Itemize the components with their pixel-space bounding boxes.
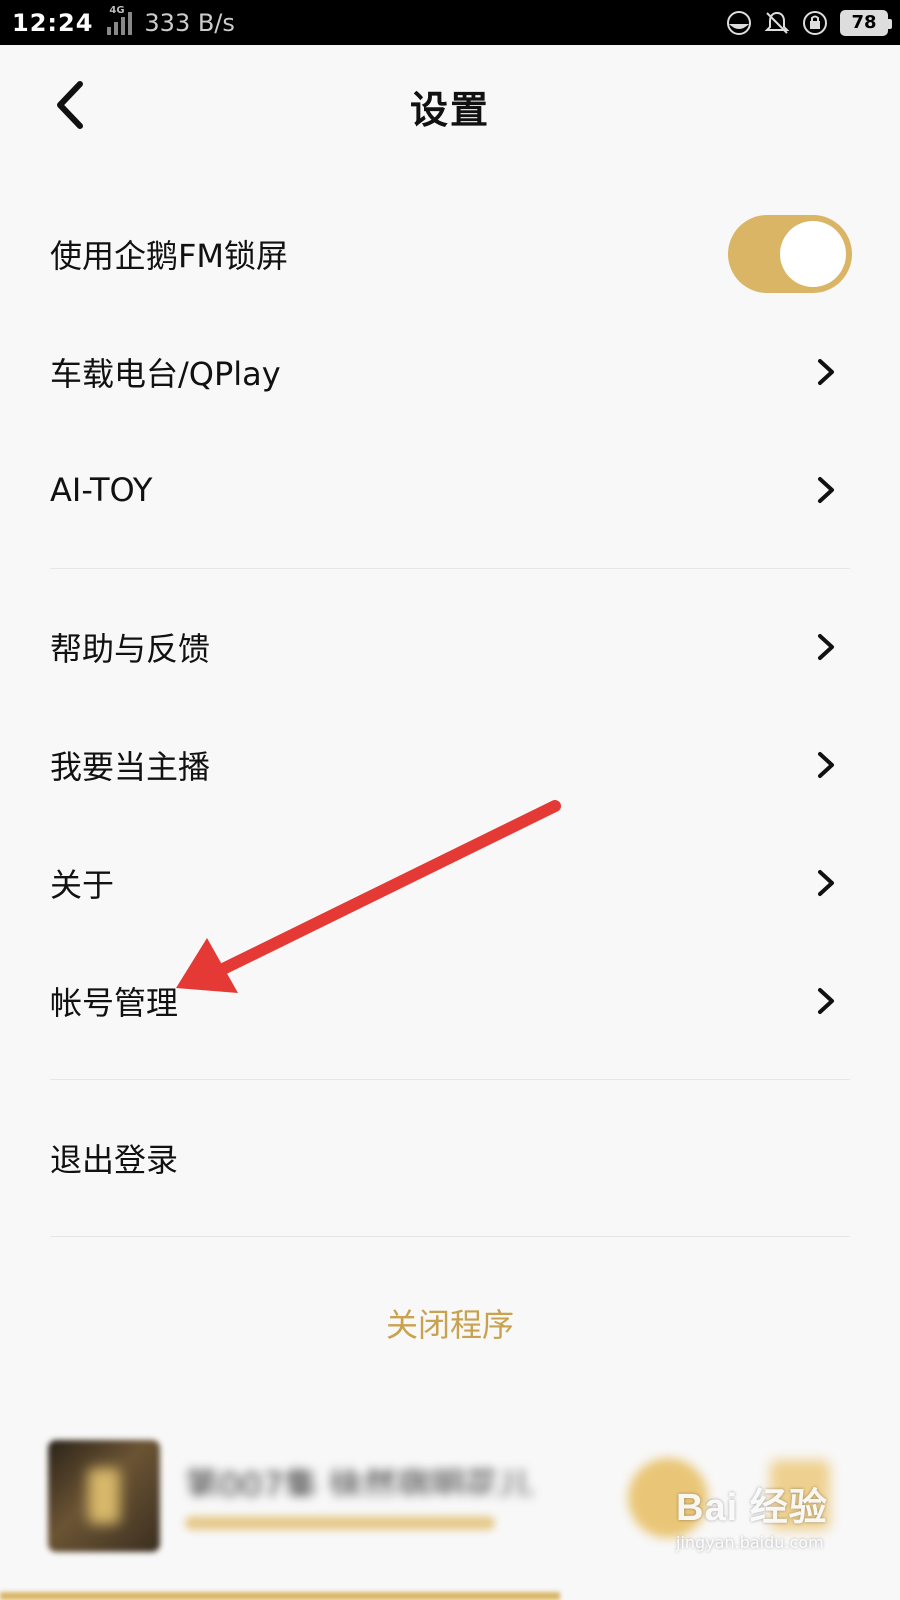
album-cover[interactable]: [48, 1440, 160, 1552]
settings-item-become-host[interactable]: 我要当主播: [0, 706, 900, 824]
chevron-right-icon: [818, 752, 834, 778]
battery-level: 78: [851, 12, 877, 33]
signal-icon: 4G: [107, 5, 133, 35]
network-type: 4G: [109, 4, 125, 16]
settings-item-label: 我要当主播: [50, 748, 211, 786]
settings-item-about[interactable]: 关于: [0, 824, 900, 942]
divider: [50, 1236, 850, 1237]
settings-item-label: 帐号管理: [50, 984, 179, 1022]
baidu-jingyan-watermark: Bai 经验 jingyan.baidu.com: [676, 1476, 876, 1566]
alarm-off-icon: [764, 10, 790, 36]
status-bar: 12:24 4G 333 B/s 78: [0, 0, 900, 45]
divider: [50, 1079, 850, 1080]
divider: [50, 568, 850, 569]
now-playing-title: 第007集 徐然宿明花儿: [185, 1466, 533, 1496]
now-playing-subtitle: [185, 1516, 495, 1530]
toggle-knob: [780, 221, 846, 287]
chevron-right-icon: [818, 634, 834, 660]
lock-screen-toggle[interactable]: [728, 215, 852, 293]
playback-progress: [0, 1592, 560, 1600]
settings-item-ai-toy[interactable]: AI-TOY: [0, 431, 900, 549]
watermark-sub: jingyan.baidu.com: [676, 1533, 824, 1552]
eye-comfort-icon: [726, 10, 752, 36]
battery-icon: 78: [840, 9, 892, 36]
chevron-right-icon: [818, 988, 834, 1014]
header: 设置: [0, 45, 900, 165]
chevron-right-icon: [818, 870, 834, 896]
settings-list: 使用企鹅FM锁屏 车载电台/QPlay AI-TOY 帮助与反馈 我要当主播 关…: [0, 195, 900, 1256]
settings-item-help-feedback[interactable]: 帮助与反馈: [0, 588, 900, 706]
watermark-main: Bai 经验: [676, 1487, 828, 1529]
status-icons: 78: [726, 9, 892, 36]
close-app-button[interactable]: 关闭程序: [0, 1300, 900, 1346]
net-speed: 333 B/s: [144, 8, 235, 37]
settings-item-qplay[interactable]: 车载电台/QPlay: [0, 313, 900, 431]
settings-item-label: 关于: [50, 866, 115, 904]
settings-item-label: 帮助与反馈: [50, 630, 211, 668]
rotation-lock-icon: [802, 10, 828, 36]
settings-item-label: 车载电台/QPlay: [50, 355, 281, 393]
settings-item-account-management[interactable]: 帐号管理: [0, 942, 900, 1060]
logout-label: 退出登录: [50, 1141, 179, 1179]
chevron-right-icon: [818, 359, 834, 385]
settings-item-label: AI-TOY: [50, 471, 153, 509]
page-title: 设置: [409, 88, 490, 132]
lock-screen-label: 使用企鹅FM锁屏: [50, 237, 289, 275]
chevron-right-icon: [818, 477, 834, 503]
settings-screen: 12:24 4G 333 B/s 78 设置 使用企鹅FM锁屏 车载电台/QPl…: [0, 0, 900, 1600]
status-time: 12:24: [12, 8, 94, 37]
logout-button[interactable]: 退出登录: [0, 1099, 900, 1217]
lock-screen-row: 使用企鹅FM锁屏: [0, 195, 900, 313]
